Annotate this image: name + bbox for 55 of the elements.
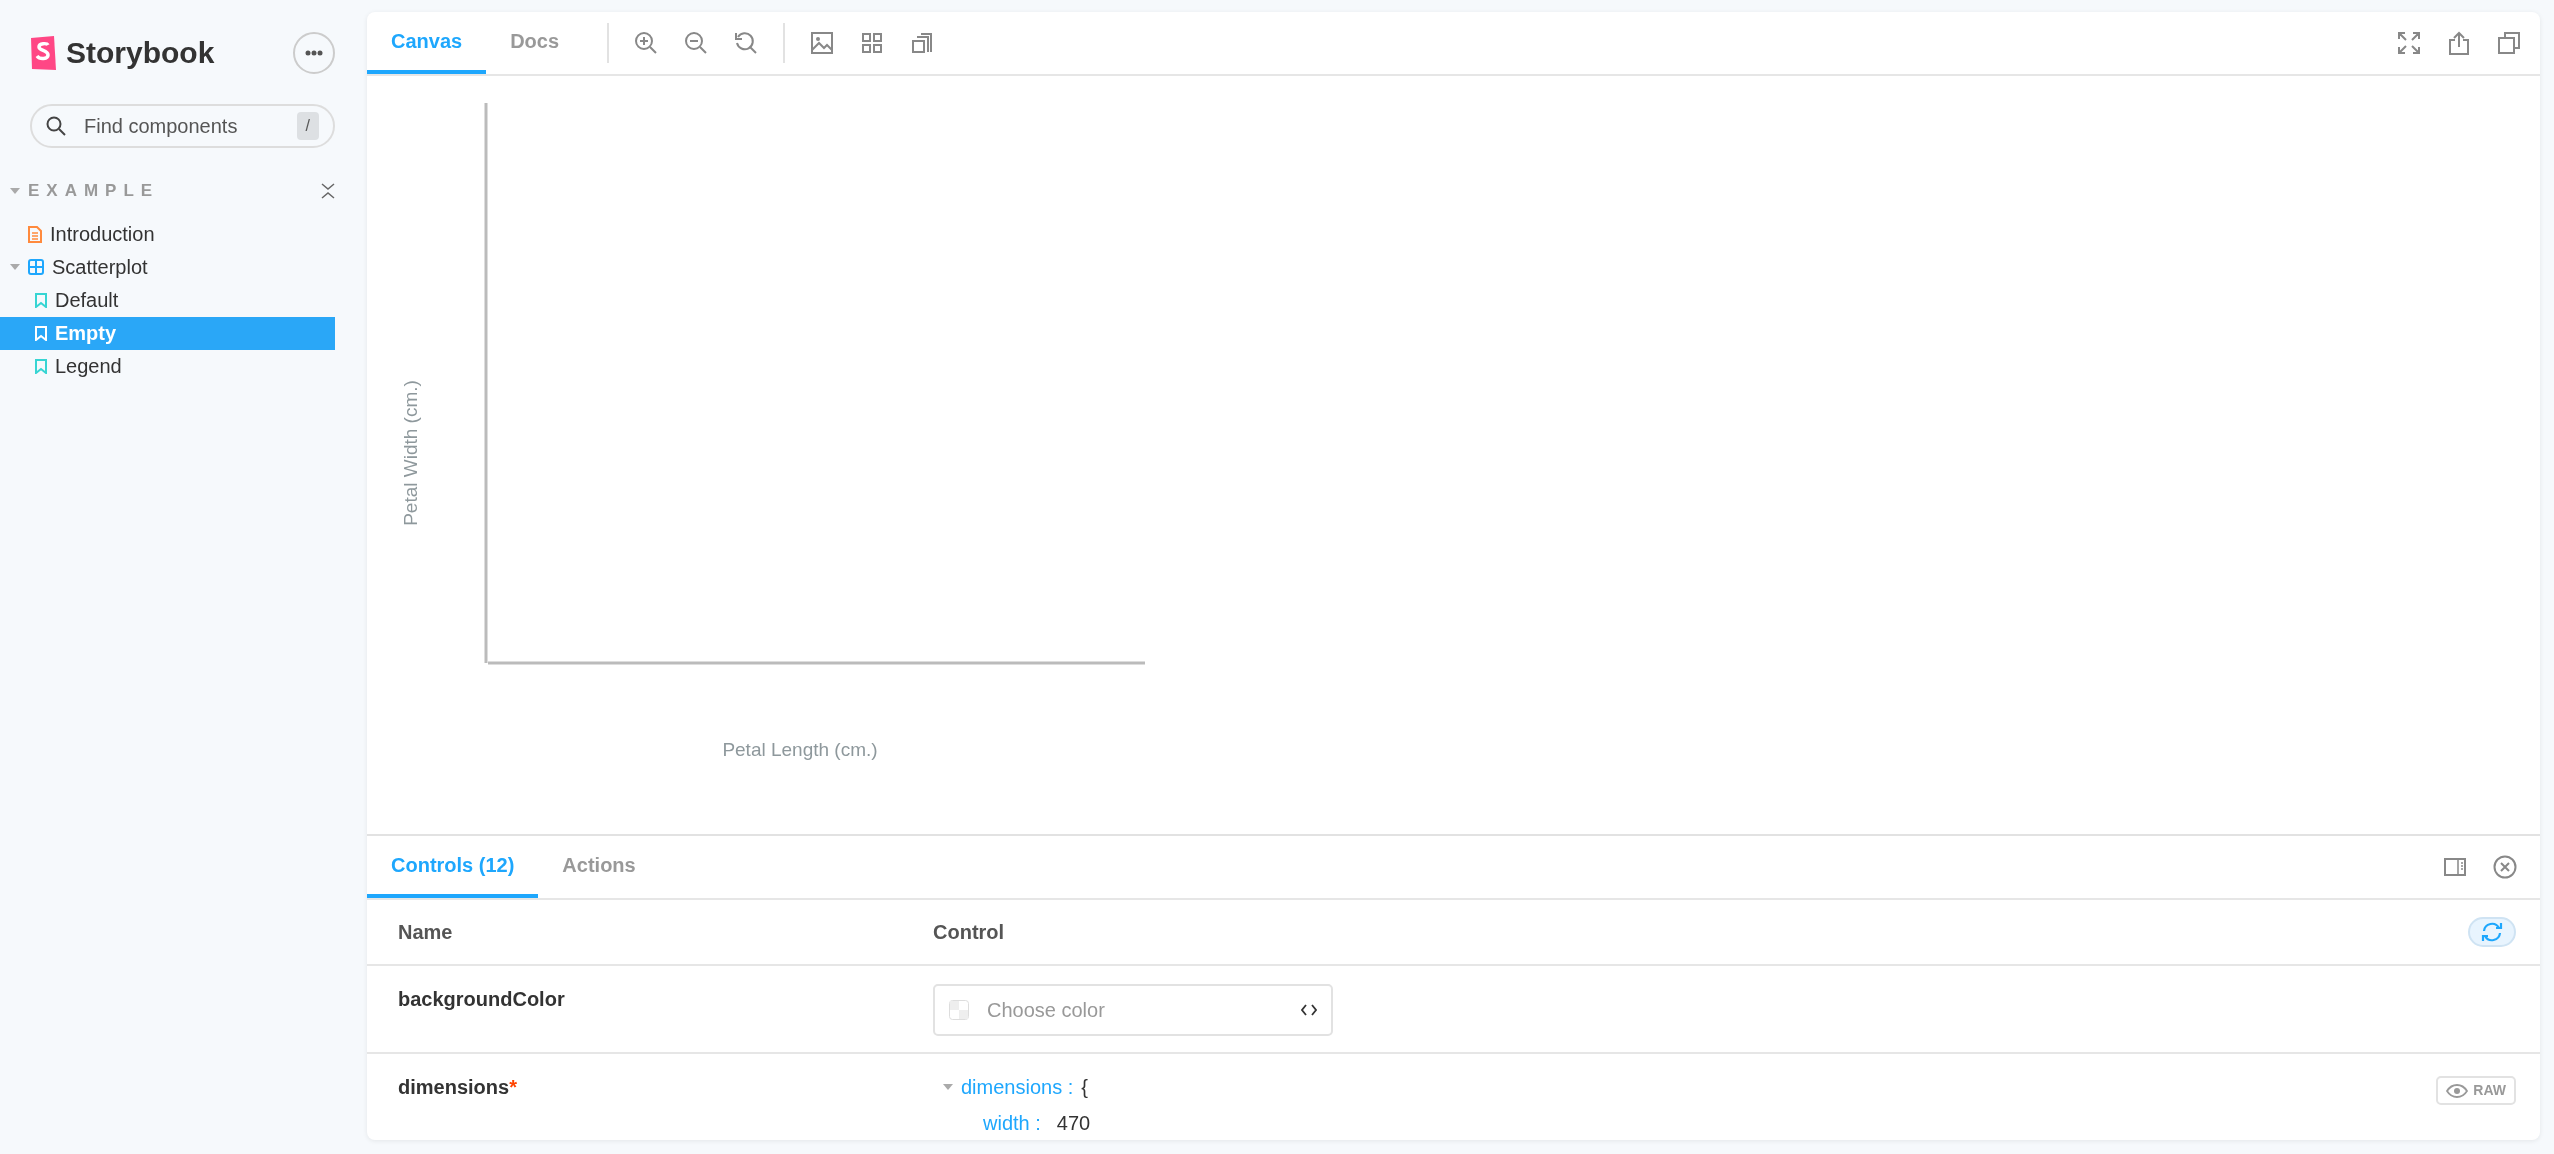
color-field[interactable]: Choose color <box>933 984 1333 1036</box>
raw-toggle-button[interactable]: RAW <box>2436 1076 2516 1105</box>
close-icon[interactable] <box>2492 854 2518 880</box>
caret-icon[interactable] <box>943 1084 953 1090</box>
field-value[interactable]: 470 <box>1056 1108 1091 1138</box>
bookmark-icon <box>35 292 47 308</box>
code-icon[interactable] <box>1301 1004 1317 1016</box>
object-key[interactable]: dimensions : <box>961 1072 1074 1102</box>
x-axis-title: Petal Length (cm.) <box>722 739 878 760</box>
tab[interactable]: Actions <box>538 836 660 898</box>
tab[interactable]: Canvas <box>367 12 487 74</box>
swatch-icon <box>949 1000 969 1020</box>
search-input[interactable]: Find components <box>82 110 281 142</box>
column-header: Name <box>398 920 454 945</box>
arg-name: dimensions <box>398 1076 510 1098</box>
tree-item[interactable]: Empty <box>0 316 335 350</box>
fullscreen-icon[interactable] <box>2396 30 2422 56</box>
tree-item[interactable]: Introduction <box>0 217 335 251</box>
collapse-all-icon[interactable] <box>321 182 335 199</box>
search-icon <box>46 116 66 136</box>
caret-icon[interactable] <box>10 187 20 194</box>
arg-name: backgroundColor <box>398 988 565 1010</box>
item-label: Legend <box>55 354 122 379</box>
item-label: Empty <box>55 321 117 346</box>
item-label: Default <box>55 288 119 313</box>
eye-icon <box>2446 1083 2469 1098</box>
section-heading: EXAMPLE <box>28 180 160 202</box>
sync-icon <box>2481 922 2503 942</box>
document-icon <box>28 225 42 243</box>
more-icon <box>305 49 323 56</box>
more-menu-button[interactable] <box>293 31 335 74</box>
search-field[interactable]: Find components / <box>30 104 335 148</box>
image-icon[interactable] <box>809 30 836 56</box>
bookmark-icon <box>35 358 47 374</box>
required-marker: * <box>509 1076 517 1098</box>
component-icon <box>28 259 44 275</box>
tab[interactable]: Docs <box>486 12 584 74</box>
app-title: Storybook <box>66 35 215 71</box>
item-label: Introduction <box>50 222 155 247</box>
reset-button[interactable] <box>2468 917 2516 947</box>
tab[interactable]: Controls (12) <box>367 836 539 898</box>
field-key: width : <box>983 1108 1041 1138</box>
caret-icon[interactable] <box>10 264 20 270</box>
tree-item[interactable]: Legend <box>0 349 335 383</box>
y-axis-title: Petal Width (cm.) <box>400 380 421 526</box>
copy-icon[interactable] <box>2496 30 2522 56</box>
brace-text: { <box>1081 1075 1088 1100</box>
tree-item[interactable]: Default <box>0 283 335 317</box>
item-label: Scatterplot <box>52 255 148 280</box>
bookmark-icon <box>35 325 47 341</box>
share-icon[interactable] <box>2446 30 2472 56</box>
tree-item[interactable]: Scatterplot <box>0 250 335 284</box>
column-header: Control <box>933 920 1005 945</box>
storybook-logo-icon <box>30 34 58 71</box>
shortcut-key: / <box>296 112 319 140</box>
